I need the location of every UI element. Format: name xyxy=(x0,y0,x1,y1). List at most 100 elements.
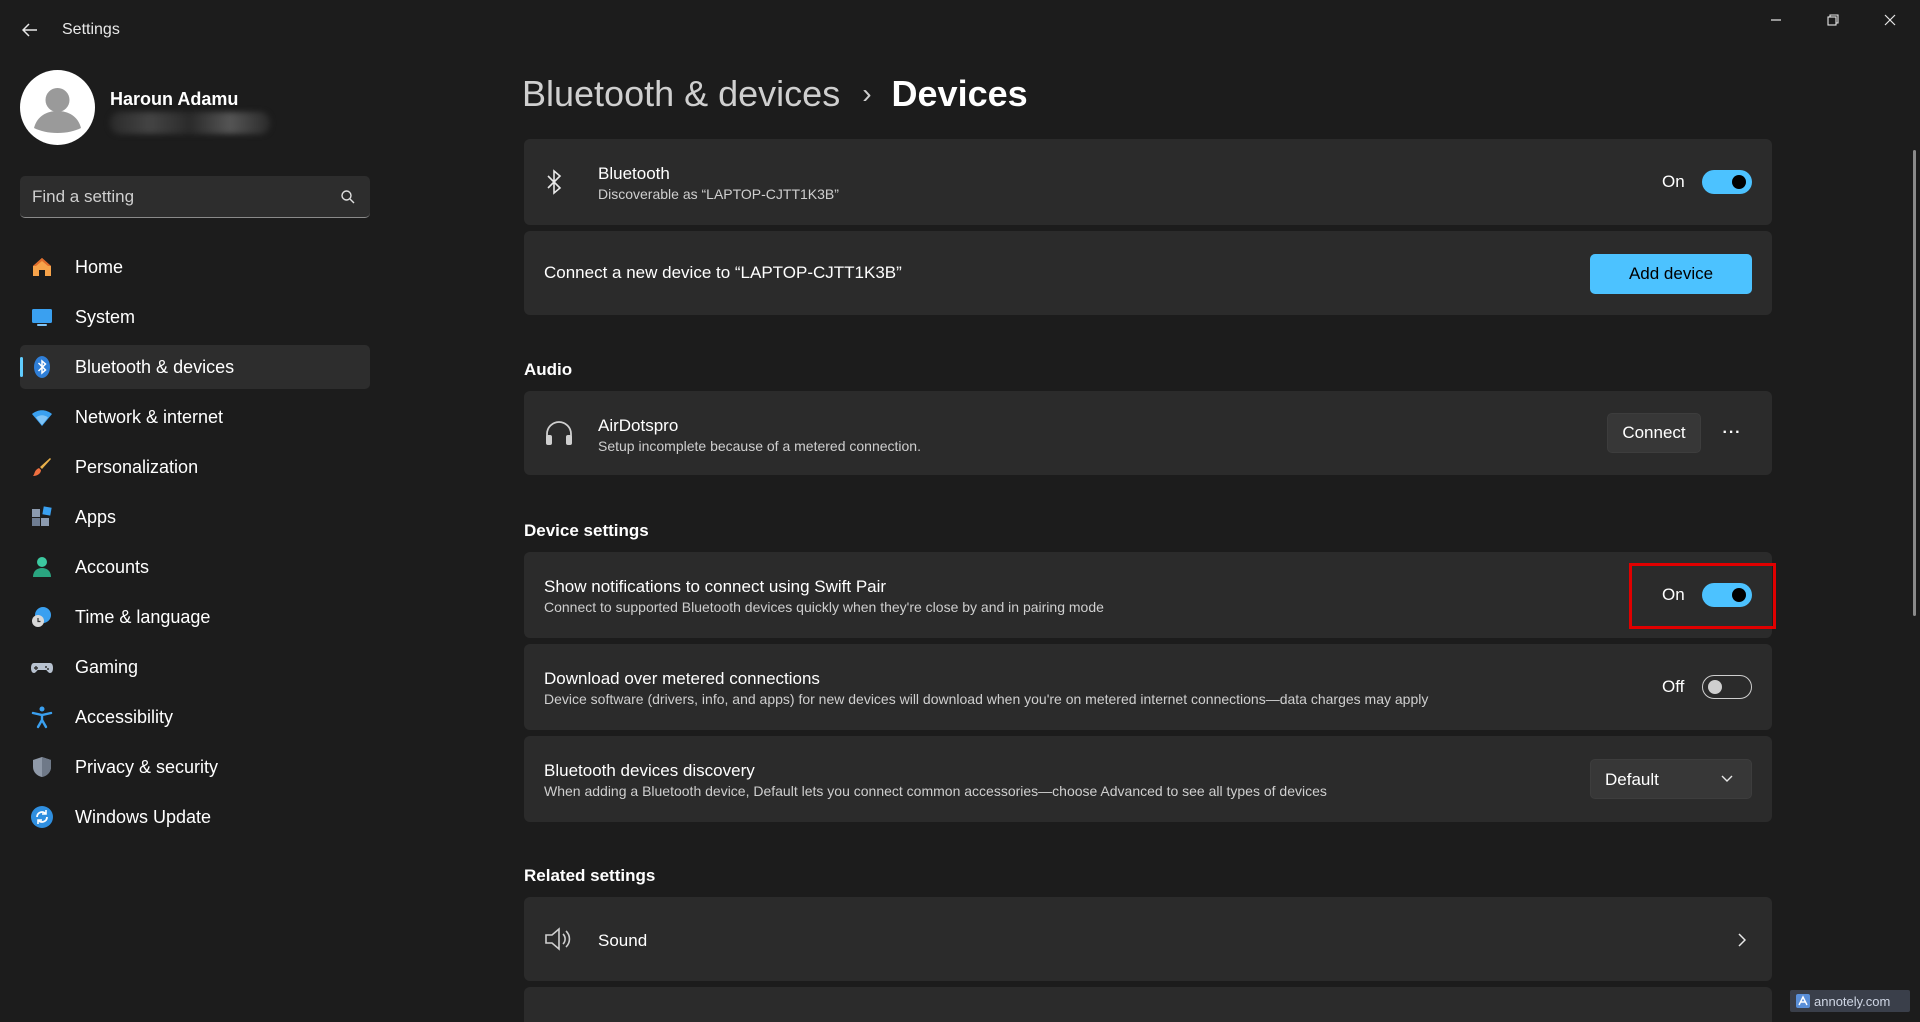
close-button[interactable] xyxy=(1861,0,1918,40)
sidebar-item-label: Windows Update xyxy=(75,806,212,827)
audio-section-label: Audio xyxy=(524,360,573,379)
add-device-card: Connect a new device to “LAPTOP-CJTT1K3B… xyxy=(524,231,1772,315)
sidebar-item-personalization[interactable]: Personalization xyxy=(20,445,370,489)
discovery-dropdown[interactable]: Default xyxy=(1590,759,1752,799)
swift-pair-card: Show notifications to connect using Swif… xyxy=(524,552,1772,638)
related-next-card[interactable] xyxy=(524,987,1772,1022)
bluetooth-title: Bluetooth xyxy=(598,164,670,183)
breadcrumb-parent[interactable]: Bluetooth & devices xyxy=(522,73,840,115)
scrollbar[interactable] xyxy=(1913,150,1916,616)
toggle-state-label: Off xyxy=(1662,677,1685,696)
breadcrumb-separator: › xyxy=(862,78,872,109)
related-settings-section-label: Related settings xyxy=(524,866,656,885)
sidebar-item-home[interactable]: Home xyxy=(20,245,370,289)
wifi-icon xyxy=(30,405,54,429)
sidebar-item-label: Accessibility xyxy=(75,706,174,727)
restore-icon xyxy=(1826,14,1839,26)
metered-download-card: Download over metered connections Device… xyxy=(524,644,1772,730)
profile-name: Haroun Adamu xyxy=(110,89,239,109)
toggle-switch[interactable] xyxy=(1702,170,1752,194)
toggle-switch[interactable] xyxy=(1702,675,1752,699)
minimize-button[interactable] xyxy=(1747,0,1804,40)
discovery-title: Bluetooth devices discovery xyxy=(544,761,755,780)
sidebar-item-label: Gaming xyxy=(75,656,139,677)
sidebar-item-system[interactable]: System xyxy=(20,295,370,339)
search-input[interactable] xyxy=(32,185,322,209)
update-icon xyxy=(30,805,54,829)
sidebar-item-label: Bluetooth & devices xyxy=(75,356,235,377)
time-language-icon xyxy=(30,605,54,629)
annotely-logo-icon xyxy=(1796,994,1810,1008)
sidebar-item-time-language[interactable]: Time & language xyxy=(20,595,370,639)
audio-device-name: AirDotspro xyxy=(598,416,679,435)
device-settings-section-label: Device settings xyxy=(524,521,649,540)
add-device-text: Connect a new device to “LAPTOP-CJTT1K3B… xyxy=(544,263,902,282)
sidebar-nav: Home System Bluetooth & devices Network … xyxy=(20,245,370,845)
sidebar-item-network[interactable]: Network & internet xyxy=(20,395,370,439)
metered-download-subtitle: Device software (drivers, info, and apps… xyxy=(544,691,1429,707)
accessibility-icon xyxy=(30,705,54,729)
audio-device-card: AirDotspro Setup incomplete because of a… xyxy=(524,391,1772,475)
toggle-state-label: On xyxy=(1662,172,1685,191)
sidebar-item-apps[interactable]: Apps xyxy=(20,495,370,539)
toggle-state-label: On xyxy=(1662,585,1685,604)
speaker-icon xyxy=(545,927,571,951)
avatar xyxy=(20,70,95,145)
home-icon xyxy=(30,255,54,279)
related-sound-label: Sound xyxy=(598,931,648,950)
app-title: Settings xyxy=(62,21,120,38)
sidebar-item-label: Time & language xyxy=(75,606,211,627)
sidebar-item-label: Home xyxy=(75,256,124,277)
swift-pair-title: Show notifications to connect using Swif… xyxy=(544,577,887,596)
headphones-icon xyxy=(546,421,572,445)
swift-pair-toggle[interactable]: On xyxy=(1662,583,1752,607)
minimize-icon xyxy=(1770,19,1781,21)
discovery-subtitle: When adding a Bluetooth device, Default … xyxy=(544,783,1327,799)
toggle-switch[interactable] xyxy=(1702,583,1752,607)
back-arrow-icon xyxy=(22,23,37,37)
watermark-text: annotely.com xyxy=(1814,993,1891,1009)
breadcrumb: Bluetooth & devices › Devices xyxy=(522,72,1028,116)
profile-email-redacted xyxy=(110,112,270,134)
metered-download-toggle[interactable]: Off xyxy=(1662,675,1752,699)
connect-button[interactable]: Connect xyxy=(1607,413,1701,453)
sidebar-item-privacy-security[interactable]: Privacy & security xyxy=(20,745,370,789)
title-bar: Settings xyxy=(0,0,1920,60)
system-icon xyxy=(30,305,54,329)
sidebar-item-accessibility[interactable]: Accessibility xyxy=(20,695,370,739)
chevron-right-icon xyxy=(1738,933,1746,947)
bluetooth-icon xyxy=(30,355,54,379)
sidebar-item-label: System xyxy=(75,306,136,327)
sidebar-item-label: Accounts xyxy=(75,556,150,577)
bluetooth-subtitle: Discoverable as “LAPTOP-CJTT1K3B” xyxy=(598,186,839,202)
sidebar-item-label: Apps xyxy=(75,506,117,527)
sidebar-item-label: Personalization xyxy=(75,456,199,477)
back-button[interactable] xyxy=(14,16,46,44)
sidebar-item-bluetooth-devices[interactable]: Bluetooth & devices xyxy=(20,345,370,389)
restore-button[interactable] xyxy=(1804,0,1861,40)
search-icon[interactable] xyxy=(340,189,356,205)
audio-device-status: Setup incomplete because of a metered co… xyxy=(598,438,921,454)
metered-download-title: Download over metered connections xyxy=(544,669,820,688)
more-options-button[interactable]: ··· xyxy=(1712,413,1752,453)
sidebar-item-label: Privacy & security xyxy=(75,756,219,777)
search-box[interactable] xyxy=(20,176,370,218)
related-sound-card[interactable]: Sound xyxy=(524,897,1772,981)
accounts-icon xyxy=(30,555,54,579)
watermark: annotely.com xyxy=(1790,990,1910,1012)
discovery-card: Bluetooth devices discovery When adding … xyxy=(524,736,1772,822)
add-device-button[interactable]: Add device xyxy=(1590,254,1752,294)
bluetooth-toggle[interactable]: On xyxy=(1662,170,1752,194)
user-avatar-icon xyxy=(34,88,81,133)
gamepad-icon xyxy=(30,655,54,679)
sidebar-item-accounts[interactable]: Accounts xyxy=(20,545,370,589)
shield-icon xyxy=(30,755,54,779)
user-profile[interactable]: Haroun Adamu xyxy=(20,70,380,146)
chevron-down-icon xyxy=(1721,775,1733,782)
swift-pair-subtitle: Connect to supported Bluetooth devices q… xyxy=(544,599,1104,615)
sidebar-item-gaming[interactable]: Gaming xyxy=(20,645,370,689)
sidebar-item-windows-update[interactable]: Windows Update xyxy=(20,795,370,839)
bluetooth-icon xyxy=(547,169,562,195)
page-title: Devices xyxy=(891,73,1028,114)
brush-icon xyxy=(30,455,54,479)
